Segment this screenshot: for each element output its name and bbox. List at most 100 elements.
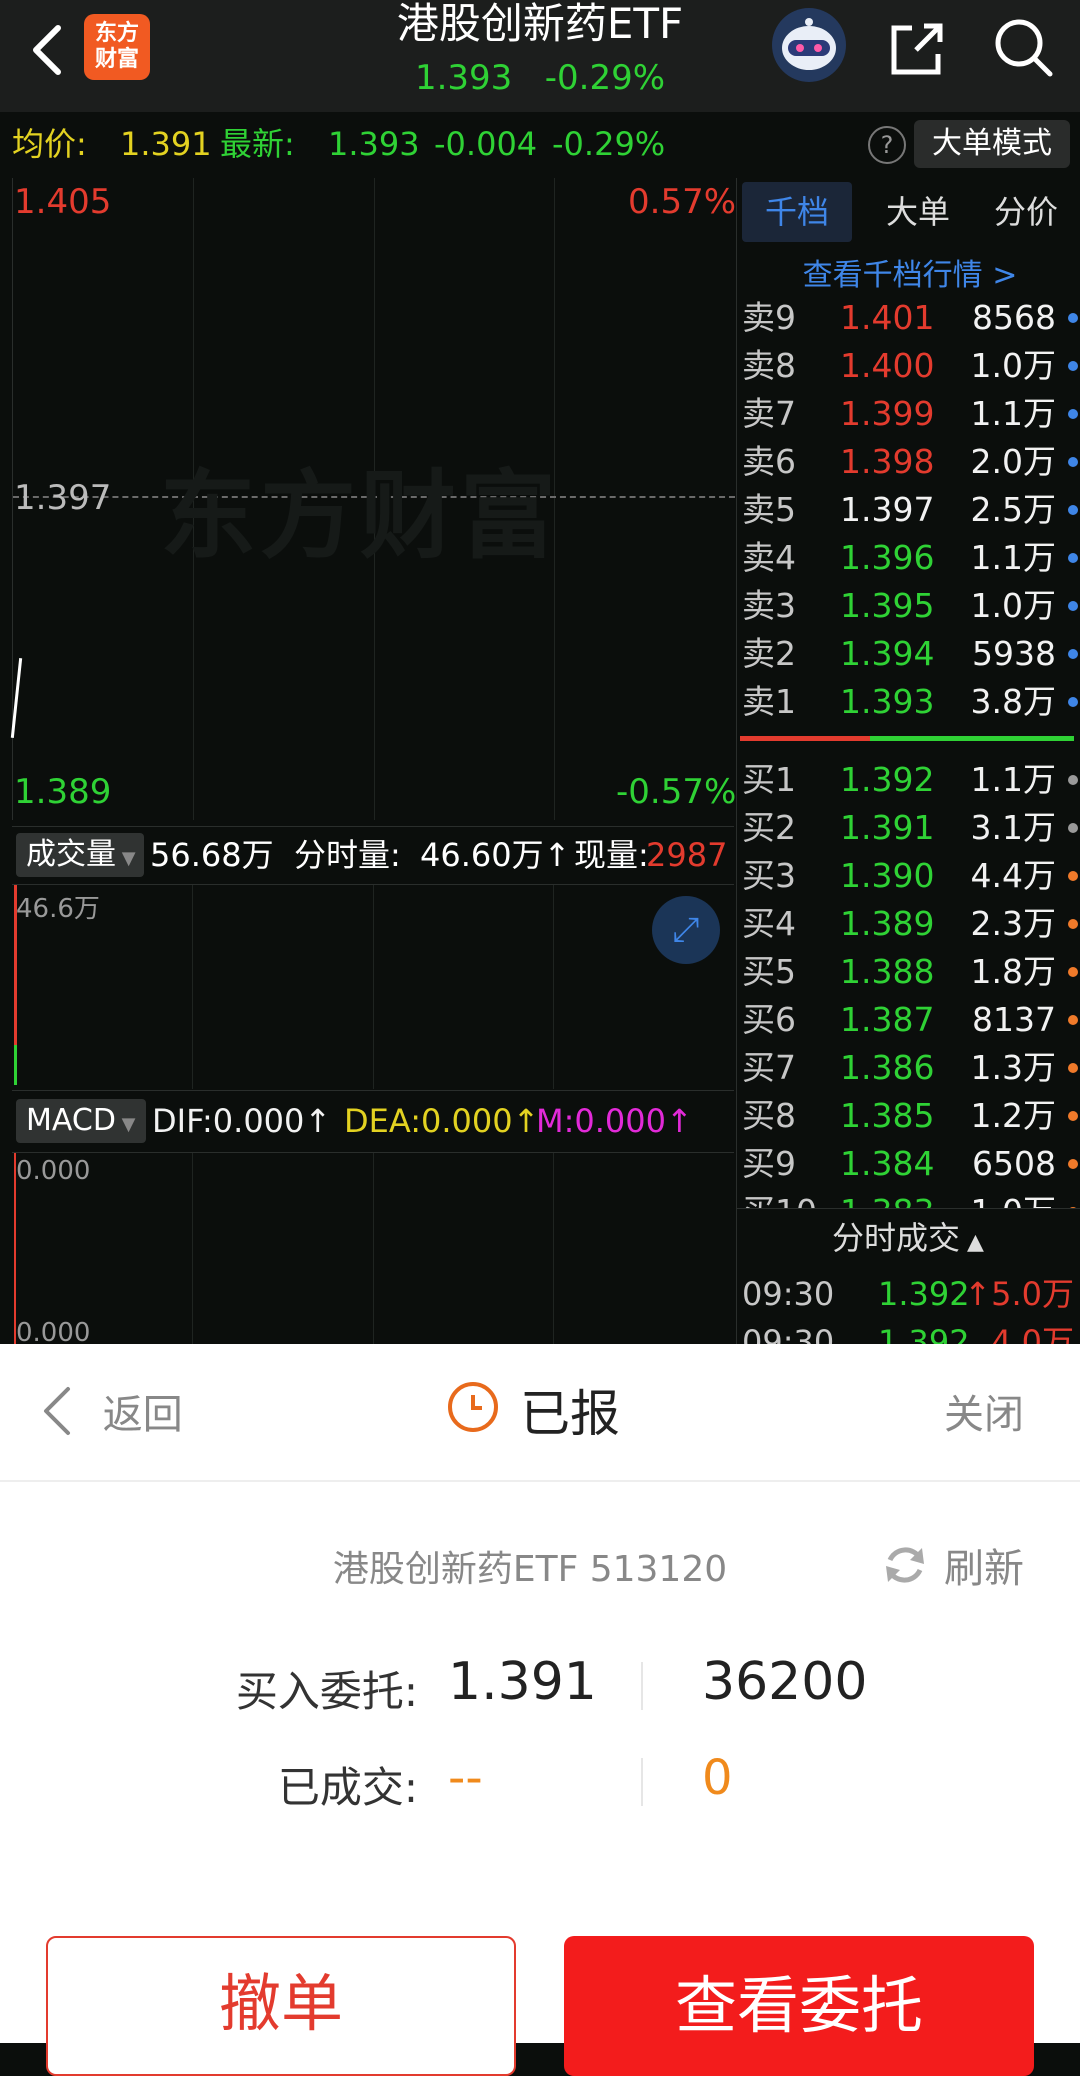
ask-dot [1068, 553, 1078, 563]
share-icon[interactable] [882, 14, 952, 84]
stock-price-line: 1.393 -0.29% [300, 58, 780, 98]
bid-price: 1.392 [840, 760, 935, 799]
ask-volume: 1.0万 [970, 586, 1056, 625]
bid-row[interactable]: 买2 1.391 3.1万 [742, 804, 1078, 852]
clock-icon [448, 1382, 498, 1432]
sheet-back-button[interactable]: 返回 [40, 1382, 183, 1440]
axis-high-pct: 0.57% [628, 182, 737, 222]
time-trades-list: 09:30 1.392 ↑5.0万 09:30 1.392 4.0万 [0, 1268, 1080, 1344]
filled-price: -- [448, 1750, 483, 1806]
tab-qiandang[interactable]: 千档 [742, 182, 852, 242]
trade-row: 09:30 1.392 4.0万 [742, 1316, 1078, 1344]
ask-price: 1.397 [840, 490, 935, 529]
ask-price: 1.396 [840, 538, 935, 577]
bid-row[interactable]: 买3 1.390 4.4万 [742, 852, 1078, 900]
tab-fenjia[interactable]: 分价 [976, 182, 1076, 242]
bid-row[interactable]: 买8 1.385 1.2万 [742, 1092, 1078, 1140]
bid-volume: 3.1万 [970, 808, 1056, 847]
ask-row[interactable]: 卖9 1.401 8568 [742, 294, 1078, 342]
filled-label: 已成交: [277, 1763, 418, 1812]
bid-price: 1.385 [840, 1096, 935, 1135]
watermark: 东方财富 [160, 460, 560, 572]
ask-row[interactable]: 卖2 1.394 5938 [742, 630, 1078, 678]
ask-label: 卖7 [742, 394, 796, 433]
ask-dot [1068, 505, 1078, 515]
ask-row[interactable]: 卖1 1.393 3.8万 [742, 678, 1078, 726]
ask-row[interactable]: 卖7 1.399 1.1万 [742, 390, 1078, 438]
ask-price: 1.400 [840, 346, 935, 385]
sheet-close-button[interactable]: 关闭 [944, 1382, 1024, 1440]
ask-dot [1068, 601, 1078, 611]
ask-row[interactable]: 卖8 1.400 1.0万 [742, 342, 1078, 390]
stock-title: 港股创新药ETF [396, 0, 684, 48]
trade-price: 1.392 [878, 1275, 970, 1313]
view-depth-link[interactable]: 查看千档行情 > [740, 250, 1080, 294]
back-icon[interactable] [18, 14, 78, 84]
ask-label: 卖6 [742, 442, 796, 481]
ask-volume: 1.1万 [970, 394, 1056, 433]
bid-dot [1068, 823, 1078, 833]
trade-time: 09:30 [742, 1323, 835, 1344]
bid-label: 买10 [742, 1188, 817, 1208]
bid-dot [1068, 871, 1078, 881]
search-icon[interactable] [988, 12, 1058, 82]
trade-price: 1.392 [878, 1323, 970, 1344]
ask-label: 卖9 [742, 298, 796, 337]
bid-row[interactable]: 买7 1.386 1.3万 [742, 1044, 1078, 1092]
bid-label: 买1 [742, 760, 796, 799]
trade-row: 09:30 1.392 ↑5.0万 [742, 1268, 1078, 1320]
avg-value: 1.391 [120, 125, 212, 163]
axis-mid-price: 1.397 [14, 478, 112, 518]
time-trades-header[interactable]: 分时成交 ▲ [736, 1208, 1080, 1267]
sell-ratio-fill [870, 736, 1074, 741]
refresh-label: 刷新 [944, 1546, 1024, 1592]
trade-volume: ↑5.0万 [964, 1275, 1074, 1313]
bid-price: 1.391 [840, 808, 935, 847]
assistant-robot-icon[interactable] [772, 8, 846, 82]
cancel-order-button[interactable]: 撤单 [46, 1936, 516, 2076]
ask-dot [1068, 649, 1078, 659]
bid-price: 1.383 [840, 1188, 934, 1208]
ask-label: 卖1 [742, 682, 796, 721]
bid-dot [1068, 775, 1078, 785]
ask-dot [1068, 361, 1078, 371]
ask-dot [1068, 697, 1078, 707]
bid-row[interactable]: 买10 1.383 1.0万 [742, 1188, 1078, 1208]
bid-row[interactable]: 买6 1.387 8137 [742, 996, 1078, 1044]
ask-row[interactable]: 卖6 1.398 2.0万 [742, 438, 1078, 486]
logo-text: 东方 财富 [94, 21, 139, 72]
bid-volume: 1.1万 [970, 760, 1056, 799]
ask-row[interactable]: 卖5 1.397 2.5万 [742, 486, 1078, 534]
bid-row[interactable]: 买5 1.388 1.8万 [742, 948, 1078, 996]
price-line [10, 658, 23, 738]
bid-dot [1068, 1111, 1078, 1121]
tab-dadan[interactable]: 大单 [868, 182, 968, 242]
stock-price: 1.393 [414, 58, 513, 98]
latest-change-pct: -0.29% [552, 125, 666, 163]
ask-volume: 1.0万 [970, 346, 1056, 385]
bid-label: 买3 [742, 856, 796, 895]
ask-dot [1068, 457, 1078, 467]
view-orders-button[interactable]: 查看委托 [564, 1936, 1034, 2076]
bid-volume: 4.4万 [970, 856, 1056, 895]
trade-volume: 4.0万 [991, 1323, 1074, 1344]
buy-order-label: 买入委托: [235, 1667, 418, 1716]
help-icon[interactable]: ? [868, 126, 906, 164]
bid-row[interactable]: 买4 1.389 2.3万 [742, 900, 1078, 948]
bid-label: 买9 [742, 1144, 796, 1183]
ask-price: 1.399 [840, 394, 935, 433]
ask-volume: 5938 [972, 634, 1056, 673]
buy-ratio-fill [740, 736, 870, 741]
big-order-mode-button[interactable]: 大单模式 [914, 120, 1070, 168]
ask-label: 卖4 [742, 538, 796, 577]
divider [641, 1758, 643, 1806]
bid-label: 买4 [742, 904, 796, 943]
refresh-icon [886, 1547, 924, 1583]
bid-row[interactable]: 买1 1.392 1.1万 [742, 756, 1078, 804]
ask-row[interactable]: 卖4 1.396 1.1万 [742, 534, 1078, 582]
ask-row[interactable]: 卖3 1.395 1.0万 [742, 582, 1078, 630]
time-trades-title: 分时成交 [832, 1219, 961, 1257]
divider [641, 1662, 643, 1710]
bid-price: 1.386 [840, 1048, 935, 1087]
bid-row[interactable]: 买9 1.384 6508 [742, 1140, 1078, 1188]
